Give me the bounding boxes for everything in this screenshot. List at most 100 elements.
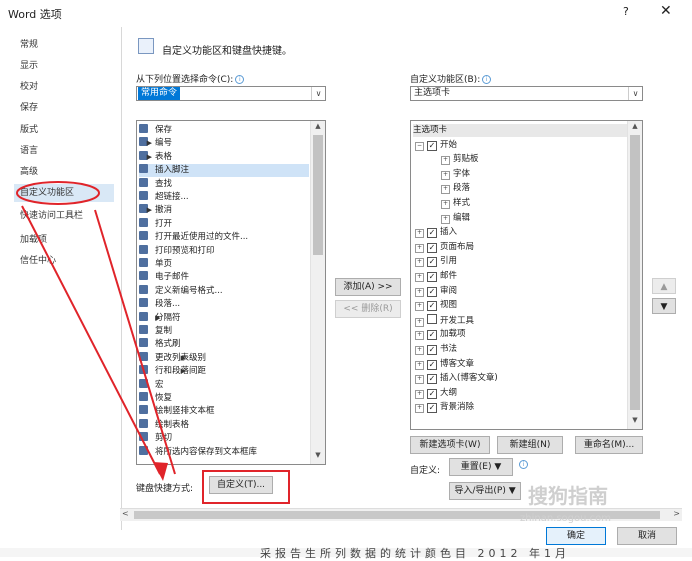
remove-button[interactable]: << 删除(R) [335, 300, 401, 318]
tree-tab-item[interactable]: + ✓ 插入(博客文章) [415, 372, 498, 385]
command-item[interactable]: 分隔符 ▶ [139, 311, 181, 325]
tab-checkbox[interactable]: ✓ [427, 388, 437, 399]
command-item[interactable]: 段落... [139, 298, 180, 311]
tab-checkbox[interactable]: ✓ [427, 301, 437, 312]
tree-group-item[interactable]: + 剪贴板 [441, 153, 479, 166]
new-group-button[interactable]: 新建组(N) [497, 436, 563, 454]
tab-checkbox[interactable] [427, 313, 437, 324]
tab-checkbox[interactable]: ✓ [427, 228, 437, 239]
expand-icon[interactable]: + [441, 185, 450, 195]
sidebar-item-addins[interactable]: 加载项 [20, 232, 47, 245]
expand-icon[interactable]: + [415, 302, 424, 312]
customize-shortcuts-button[interactable]: 自定义(T)... [209, 476, 273, 494]
expand-icon[interactable]: + [415, 317, 424, 327]
tab-checkbox[interactable]: ✓ [427, 330, 437, 341]
move-up-button[interactable]: ▲ [652, 278, 676, 294]
expand-icon[interactable]: + [441, 170, 450, 180]
collapse-icon[interactable]: − [415, 141, 424, 151]
command-item[interactable]: 恢复 [139, 392, 172, 405]
expand-icon[interactable]: + [415, 243, 424, 253]
command-item[interactable]: 表格 ▶ [139, 150, 172, 164]
tree-group-item[interactable]: + 编辑 [441, 212, 470, 225]
tree-tab-item[interactable]: + ✓ 博客文章 [415, 358, 474, 371]
add-button[interactable]: 添加(A) >> [335, 278, 401, 296]
tree-group-item[interactable]: + 字体 [441, 168, 470, 181]
ribbon-tree-scrollbar[interactable]: ▲ ▼ [627, 121, 642, 429]
commands-source-dropdown[interactable]: 常用命令 ∨ [136, 86, 326, 101]
sidebar-item-quick-access[interactable]: 快速访问工具栏 [20, 208, 83, 221]
command-item[interactable]: 查找 [139, 177, 172, 191]
reset-button[interactable]: 重置(E) ▼ [449, 458, 513, 476]
sidebar-item-save[interactable]: 保存 [20, 100, 38, 113]
tree-tab-item[interactable]: + ✓ 书法 [415, 343, 457, 356]
expand-icon[interactable]: + [415, 258, 424, 268]
tab-checkbox[interactable]: ✓ [427, 257, 437, 268]
new-tab-button[interactable]: 新建选项卡(W) [410, 436, 490, 454]
tree-group-item[interactable]: + 样式 [441, 197, 470, 210]
tree-tab-item[interactable]: + ✓ 插入 [415, 226, 457, 239]
cancel-button[interactable]: 取消 [617, 527, 677, 545]
commands-scrollbar[interactable]: ▲ ▼ [310, 121, 325, 464]
command-item[interactable]: 复制 [139, 325, 172, 338]
expand-icon[interactable]: + [415, 287, 424, 297]
command-item[interactable]: 编号 ▶ [139, 137, 172, 150]
command-item[interactable]: 撤消 ▶ [139, 204, 172, 217]
tree-tab-item[interactable]: + ✓ 加载项 [415, 328, 466, 341]
tree-tab-item[interactable]: + ✓ 审阅 [415, 285, 457, 298]
tab-checkbox[interactable]: ✓ [427, 286, 437, 297]
command-item[interactable]: 打开 [139, 217, 172, 231]
tree-tab-item[interactable]: + 开发工具 [415, 313, 474, 327]
ribbon-tree[interactable]: 主选项卡 − ✓ 开始 + 剪贴板 + 字体 + 段落 + 样式 + 编辑 + ✓ 插入 + ✓ 页面布局 + ✓ 引用 + ✓… [410, 120, 643, 430]
command-item[interactable]: 格式刷 [139, 338, 181, 351]
command-item[interactable]: 宏 [139, 378, 164, 392]
tab-checkbox[interactable]: ✓ [427, 345, 437, 355]
tree-root[interactable]: 主选项卡 [413, 124, 627, 137]
tree-tab-item[interactable]: + ✓ 页面布局 [415, 241, 474, 254]
command-item[interactable]: 单页 [139, 258, 172, 271]
expand-icon[interactable]: + [415, 273, 424, 282]
move-down-button[interactable]: ▼ [652, 298, 676, 314]
tree-tab-item[interactable]: + ✓ 背景消除 [415, 401, 474, 414]
expand-icon[interactable]: + [415, 375, 424, 385]
tree-tab-item[interactable]: + ✓ 邮件 [415, 270, 457, 283]
tab-checkbox[interactable]: ✓ [427, 242, 437, 253]
commands-list[interactable]: 保存 编号 ▶ 表格 ▶ 插入脚注 查找 超链接... 撤消 ▶ 打开 打开最近使用过的文件... 打印… [136, 120, 326, 465]
tree-tab-item[interactable]: + ✓ 视图 [415, 299, 457, 312]
sidebar-item-trust-center[interactable]: 信任中心 [20, 253, 56, 266]
command-item[interactable]: 超链接... [139, 191, 189, 204]
ok-button[interactable]: 确定 [546, 527, 606, 545]
command-item[interactable]: 电子邮件 [139, 271, 189, 284]
command-item[interactable]: 打开最近使用过的文件... [139, 231, 248, 244]
command-item[interactable]: 绘制表格 [139, 418, 189, 432]
expand-icon[interactable]: + [415, 229, 424, 239]
sidebar-item-layout[interactable]: 版式 [20, 122, 38, 135]
sidebar-item-language[interactable]: 语言 [20, 143, 38, 156]
sidebar-item-advanced[interactable]: 高级 [20, 164, 38, 177]
tree-tab-item[interactable]: − ✓ 开始 [415, 139, 457, 152]
expand-icon[interactable]: + [415, 346, 424, 355]
expand-icon[interactable]: + [441, 156, 450, 166]
tree-tab-item[interactable]: + ✓ 引用 [415, 255, 457, 268]
command-item[interactable]: 更改列表级别 ▶ [139, 351, 206, 365]
sidebar-item-general[interactable]: 常规 [20, 37, 38, 50]
tab-checkbox[interactable]: ✓ [427, 272, 437, 282]
expand-icon[interactable]: + [415, 404, 424, 414]
command-item[interactable]: 定义新编号格式... [139, 284, 223, 298]
tab-checkbox[interactable]: ✓ [427, 403, 437, 414]
expand-icon[interactable]: + [441, 200, 450, 209]
command-item[interactable]: 保存 [139, 124, 172, 137]
expand-icon[interactable]: + [415, 360, 424, 370]
command-item[interactable]: 打印预览和打印 [139, 244, 215, 258]
command-item[interactable]: 将所选内容保存到文本框库 [139, 445, 257, 459]
help-button[interactable]: ? [623, 5, 629, 18]
ribbon-tabs-dropdown[interactable]: 主选项卡 ∨ [410, 86, 643, 101]
import-export-button[interactable]: 导入/导出(P) ▼ [449, 482, 521, 500]
rename-button[interactable]: 重命名(M)... [575, 436, 643, 454]
command-item[interactable]: 绘制竖排文本框 [139, 405, 215, 418]
tab-checkbox[interactable]: ✓ [427, 140, 437, 151]
close-button[interactable]: ✕ [660, 3, 672, 19]
sidebar-item-customize-ribbon[interactable]: 自定义功能区 [14, 184, 114, 202]
tab-checkbox[interactable]: ✓ [427, 359, 437, 370]
sidebar-item-proofing[interactable]: 校对 [20, 79, 38, 92]
command-item[interactable]: 剪切 [139, 432, 172, 445]
